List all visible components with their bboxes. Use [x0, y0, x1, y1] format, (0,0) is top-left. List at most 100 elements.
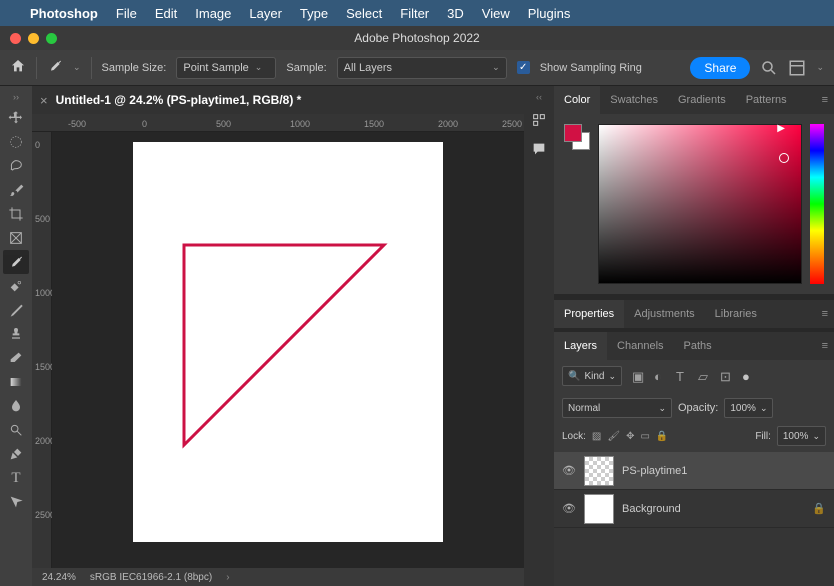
color-picker-field[interactable]: ▶ [598, 124, 802, 284]
workspace-chevron-icon[interactable]: ⌄ [816, 62, 824, 73]
eraser-tool[interactable] [3, 346, 29, 370]
marquee-tool[interactable] [3, 130, 29, 154]
tab-adjustments[interactable]: Adjustments [624, 300, 705, 328]
move-tool[interactable] [3, 106, 29, 130]
ruler-horizontal[interactable]: -500 0 500 1000 1500 2000 2500 [32, 114, 524, 132]
lock-paint-icon[interactable]: 🖌 [607, 431, 620, 442]
type-filter-icon[interactable]: T [676, 369, 690, 383]
shape-filter-icon[interactable]: ▱ [698, 369, 712, 383]
sample-size-label: Sample Size: [102, 62, 167, 74]
hue-slider[interactable] [810, 124, 824, 284]
pen-tool[interactable] [3, 442, 29, 466]
close-icon[interactable] [10, 33, 21, 44]
dodge-tool[interactable] [3, 418, 29, 442]
path-tool[interactable] [3, 490, 29, 514]
smart-filter-icon[interactable]: ⊡ [720, 369, 734, 383]
visibility-icon[interactable]: 👁 [562, 464, 576, 477]
layer-row[interactable]: 👁 Background 🔒 [554, 490, 834, 528]
menu-type[interactable]: Type [300, 6, 328, 21]
layer-name[interactable]: PS-playtime1 [622, 465, 687, 477]
show-ring-checkbox[interactable]: ✓ [517, 61, 530, 74]
opacity-input[interactable]: 100%⌄ [724, 398, 773, 418]
layer-name[interactable]: Background [622, 503, 681, 515]
foreground-color[interactable] [564, 124, 582, 142]
zoom-level[interactable]: 24.24% [42, 572, 76, 583]
fg-bg-swatch[interactable] [564, 124, 590, 150]
menu-view[interactable]: View [482, 6, 510, 21]
menu-image[interactable]: Image [195, 6, 231, 21]
share-button[interactable]: Share [690, 57, 750, 79]
tool-chevron-icon[interactable]: ⌄ [73, 62, 81, 73]
stamp-tool[interactable] [3, 322, 29, 346]
lock-all-icon[interactable]: 🔒 [656, 431, 668, 442]
panel-menu-icon[interactable]: ≡ [816, 308, 834, 320]
color-profile[interactable]: sRGB IEC61966-2.1 (8bpc) [90, 572, 212, 583]
ruler-vertical[interactable]: 0 500 1000 1500 2000 2500 [32, 132, 52, 568]
close-tab-icon[interactable]: × [40, 93, 48, 108]
layer-thumbnail[interactable] [584, 456, 614, 486]
type-tool[interactable]: T [3, 466, 29, 490]
color-panel-tabs: Color Swatches Gradients Patterns ≡ [554, 86, 834, 114]
separator [91, 57, 92, 79]
menu-layer[interactable]: Layer [249, 6, 282, 21]
comments-icon[interactable] [531, 141, 547, 160]
eyedropper-icon[interactable] [47, 58, 63, 77]
menu-plugins[interactable]: Plugins [528, 6, 571, 21]
layer-thumbnail[interactable] [584, 494, 614, 524]
lock-icon[interactable]: 🔒 [812, 502, 826, 515]
menu-select[interactable]: Select [346, 6, 382, 21]
gradient-tool[interactable] [3, 370, 29, 394]
tab-color[interactable]: Color [554, 86, 600, 114]
adjustment-filter-icon[interactable]: ◐ [654, 369, 668, 383]
tab-gradients[interactable]: Gradients [668, 86, 736, 114]
zoom-icon[interactable] [46, 33, 57, 44]
filter-toggle[interactable]: ● [742, 369, 756, 383]
search-icon[interactable] [760, 59, 778, 77]
artboard[interactable] [133, 142, 443, 542]
tab-libraries[interactable]: Libraries [705, 300, 767, 328]
blur-tool[interactable] [3, 394, 29, 418]
crop-tool[interactable] [3, 202, 29, 226]
tab-properties[interactable]: Properties [554, 300, 624, 328]
home-icon[interactable] [10, 58, 26, 77]
layer-filter-dropdown[interactable]: 🔍Kind⌄ [562, 366, 622, 386]
document-tab[interactable]: × Untitled-1 @ 24.2% (PS-playtime1, RGB/… [32, 86, 524, 114]
menu-file[interactable]: File [116, 6, 137, 21]
traffic-lights [10, 33, 57, 44]
collapse-icon[interactable]: ›› [13, 92, 19, 102]
frame-tool[interactable] [3, 226, 29, 250]
lock-trans-icon[interactable]: ▨ [592, 431, 601, 442]
panel-menu-icon[interactable]: ≡ [816, 94, 834, 106]
lasso-tool[interactable] [3, 154, 29, 178]
collapse-icon[interactable]: ‹‹ [536, 92, 542, 102]
tab-channels[interactable]: Channels [607, 332, 673, 360]
minimize-icon[interactable] [28, 33, 39, 44]
paint-tool[interactable] [3, 298, 29, 322]
sample-dropdown[interactable]: All Layers ⌄ [337, 57, 507, 79]
app-menu[interactable]: Photoshop [30, 6, 98, 21]
visibility-icon[interactable]: 👁 [562, 502, 576, 515]
tab-swatches[interactable]: Swatches [600, 86, 668, 114]
tab-paths[interactable]: Paths [674, 332, 722, 360]
canvas-viewport[interactable] [52, 132, 524, 568]
brush-tool[interactable] [3, 178, 29, 202]
healing-tool[interactable] [3, 274, 29, 298]
menu-edit[interactable]: Edit [155, 6, 177, 21]
lock-nest-icon[interactable]: ▭ [640, 431, 649, 442]
blend-mode-dropdown[interactable]: Normal⌄ [562, 398, 672, 418]
layers-panel-tabs: Layers Channels Paths ≡ [554, 332, 834, 360]
pixel-filter-icon[interactable]: ▣ [632, 369, 646, 383]
history-icon[interactable] [531, 112, 547, 131]
lock-pos-icon[interactable]: ✥ [626, 431, 634, 442]
menu-filter[interactable]: Filter [400, 6, 429, 21]
panel-menu-icon[interactable]: ≡ [816, 340, 834, 352]
fill-input[interactable]: 100%⌄ [777, 426, 826, 446]
workspace-icon[interactable] [788, 59, 806, 77]
chevron-right-icon[interactable]: › [226, 572, 229, 583]
menu-3d[interactable]: 3D [447, 6, 464, 21]
eyedropper-tool[interactable] [3, 250, 29, 274]
tab-layers[interactable]: Layers [554, 332, 607, 360]
layer-row[interactable]: 👁 PS-playtime1 [554, 452, 834, 490]
tab-patterns[interactable]: Patterns [736, 86, 797, 114]
sample-size-dropdown[interactable]: Point Sample ⌄ [176, 57, 276, 79]
